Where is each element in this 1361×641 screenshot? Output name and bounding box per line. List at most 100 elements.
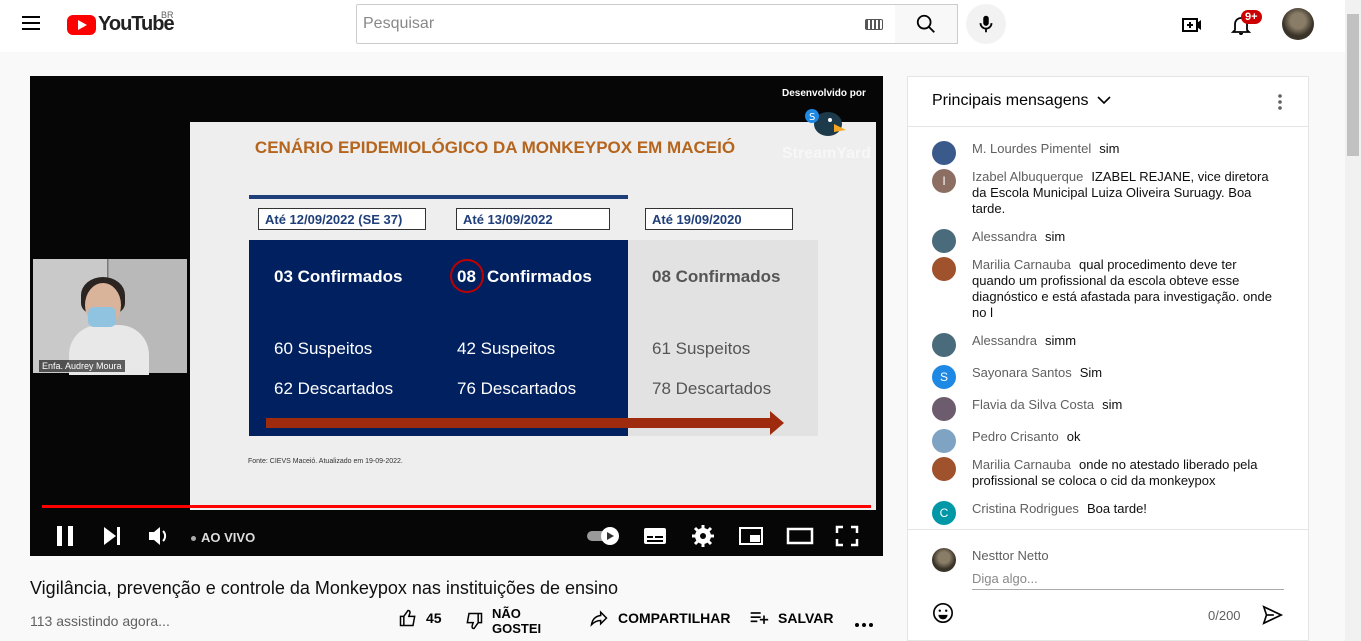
chat-input-wrapper bbox=[972, 568, 1284, 590]
author-avatar[interactable]: S bbox=[932, 365, 956, 389]
suspected-2: 42 Suspeitos bbox=[457, 339, 556, 358]
fullscreen-icon[interactable] bbox=[834, 524, 860, 548]
subtitles-icon[interactable] bbox=[642, 524, 668, 548]
author-avatar[interactable] bbox=[932, 333, 956, 357]
author-name[interactable]: Alessandra bbox=[972, 229, 1037, 244]
message-text: ok bbox=[1066, 429, 1081, 444]
more-actions-icon[interactable] bbox=[854, 618, 874, 632]
overlay-brand: StreamYard bbox=[782, 145, 871, 162]
dislike-button[interactable]: NÃO GOSTEI bbox=[464, 606, 541, 636]
chevron-down-icon bbox=[1097, 96, 1111, 105]
settings-gear-icon[interactable] bbox=[690, 522, 716, 550]
slide-source: Fonte: CIEVS Maceió. Atualizado em 19-09… bbox=[248, 458, 403, 465]
character-counter: 0/200 bbox=[1208, 608, 1241, 623]
author-avatar[interactable] bbox=[932, 457, 956, 481]
chat-message: I Izabel Albuquerque IZABEL REJANE, vice … bbox=[932, 169, 1272, 217]
chat-message: M. Lourdes Pimentel sim bbox=[932, 141, 1272, 165]
search-input[interactable] bbox=[357, 5, 847, 43]
suspected-1: 60 Suspeitos bbox=[274, 339, 373, 358]
suspected-3: 61 Suspeitos bbox=[652, 339, 751, 358]
confirmed-2-number: 08 bbox=[457, 267, 476, 286]
author-avatar[interactable] bbox=[932, 229, 956, 253]
thumbs-down-icon bbox=[466, 612, 483, 630]
progress-bar[interactable] bbox=[42, 505, 871, 508]
add-to-playlist-icon bbox=[750, 612, 769, 624]
discarded-1: 62 Descartados bbox=[274, 379, 394, 398]
message-text: simm bbox=[1045, 333, 1077, 348]
volume-icon[interactable] bbox=[146, 522, 172, 550]
author-name[interactable]: Izabel Albuquerque bbox=[972, 169, 1083, 184]
chat-message: S Sayonara Santos Sim bbox=[932, 365, 1272, 389]
author-avatar[interactable] bbox=[932, 397, 956, 421]
youtube-logo[interactable]: YouTube BR bbox=[67, 10, 175, 36]
slide-title: CENÁRIO EPIDEMIOLÓGICO DA MONKEYPOX EM M… bbox=[254, 138, 736, 157]
chat-message: Marilia Carnauba qual procedimento deve t… bbox=[932, 257, 1272, 321]
theater-mode-icon[interactable] bbox=[786, 524, 814, 548]
share-arrow-icon bbox=[590, 610, 608, 627]
my-avatar bbox=[932, 548, 956, 572]
chat-more-icon[interactable] bbox=[1277, 93, 1283, 111]
live-indicator[interactable]: AO VIVO bbox=[191, 530, 255, 545]
share-button[interactable]: COMPARTILHAR bbox=[588, 608, 731, 628]
author-name[interactable]: Cristina Rodrigues bbox=[972, 501, 1079, 516]
author-name[interactable]: Alessandra bbox=[972, 333, 1037, 348]
author-name[interactable]: Flavia da Silva Costa bbox=[972, 397, 1094, 412]
voice-search-button[interactable] bbox=[966, 4, 1006, 44]
account-avatar[interactable] bbox=[1282, 8, 1314, 40]
microphone-icon bbox=[979, 15, 993, 33]
save-label: SALVAR bbox=[778, 610, 834, 626]
chat-message: Alessandra sim bbox=[932, 229, 1272, 253]
chat-messages: M. Lourdes Pimentel sim I Izabel Albuquer… bbox=[908, 129, 1308, 529]
author-name[interactable]: Sayonara Santos bbox=[972, 365, 1072, 380]
presentation-slide: CENÁRIO EPIDEMIOLÓGICO DA MONKEYPOX EM M… bbox=[190, 122, 876, 510]
confirmed-3: 08 Confirmados bbox=[652, 267, 781, 286]
message-text: Sim bbox=[1079, 365, 1103, 380]
chat-composer: Nesttor Netto 0/200 bbox=[908, 529, 1308, 641]
chat-mode-label: Principais mensagens bbox=[932, 92, 1089, 109]
confirmed-2-label: Confirmados bbox=[487, 267, 592, 286]
chat-mode-selector[interactable]: Principais mensagens bbox=[932, 92, 1111, 110]
menu-icon[interactable] bbox=[22, 16, 40, 30]
search-icon bbox=[916, 14, 935, 33]
presenter-camera: Enfa. Audrey Moura bbox=[33, 259, 187, 375]
autoplay-toggle-icon[interactable] bbox=[586, 526, 622, 546]
trend-arrow bbox=[266, 411, 784, 435]
dislike-label-line2: GOSTEI bbox=[492, 621, 542, 636]
page-scrollbar-thumb[interactable] bbox=[1347, 14, 1359, 156]
author-name[interactable]: Marilia Carnauba bbox=[972, 257, 1071, 272]
page-scrollbar[interactable] bbox=[1345, 0, 1361, 641]
miniplayer-icon[interactable] bbox=[738, 524, 764, 548]
svg-text:S: S bbox=[809, 112, 815, 123]
video-player[interactable]: CENÁRIO EPIDEMIOLÓGICO DA MONKEYPOX EM M… bbox=[30, 76, 883, 556]
keyboard-icon[interactable] bbox=[865, 19, 883, 30]
author-avatar[interactable] bbox=[932, 141, 956, 165]
chat-message: Flavia da Silva Costa sim bbox=[932, 397, 1272, 421]
pause-icon[interactable] bbox=[54, 522, 78, 550]
dislike-label-line1: NÃO bbox=[492, 606, 521, 621]
search-button[interactable] bbox=[895, 4, 958, 44]
streamyard-duck-icon: S bbox=[805, 109, 846, 136]
author-avatar[interactable]: C bbox=[932, 501, 956, 525]
send-icon[interactable] bbox=[1260, 604, 1284, 626]
author-name[interactable]: Pedro Crisanto bbox=[972, 429, 1059, 444]
next-icon[interactable] bbox=[100, 522, 124, 550]
create-video-icon[interactable] bbox=[1180, 13, 1204, 37]
emoji-icon[interactable] bbox=[932, 602, 954, 624]
presenter-mask bbox=[88, 307, 116, 327]
chat-message: Marilia Carnauba onde no atestado liberad… bbox=[932, 457, 1272, 489]
chat-input[interactable] bbox=[972, 568, 1284, 588]
author-avatar[interactable]: I bbox=[932, 169, 956, 193]
date-label-1: Até 12/09/2022 (SE 37) bbox=[258, 208, 426, 230]
author-avatar[interactable] bbox=[932, 257, 956, 281]
like-button[interactable]: 45 bbox=[398, 608, 442, 628]
message-text: Boa tarde! bbox=[1086, 501, 1147, 516]
author-avatar[interactable] bbox=[932, 429, 956, 453]
my-name: Nesttor Netto bbox=[972, 548, 1049, 563]
message-text: sim bbox=[1045, 229, 1066, 244]
author-name[interactable]: Marilia Carnauba bbox=[972, 457, 1071, 472]
author-name[interactable]: M. Lourdes Pimentel bbox=[972, 141, 1091, 156]
save-button[interactable]: SALVAR bbox=[748, 608, 833, 628]
notification-count-badge: 9+ bbox=[1241, 10, 1262, 24]
chat-header: Principais mensagens bbox=[908, 77, 1308, 127]
overlay-credit: Desenvolvido por bbox=[782, 88, 866, 99]
